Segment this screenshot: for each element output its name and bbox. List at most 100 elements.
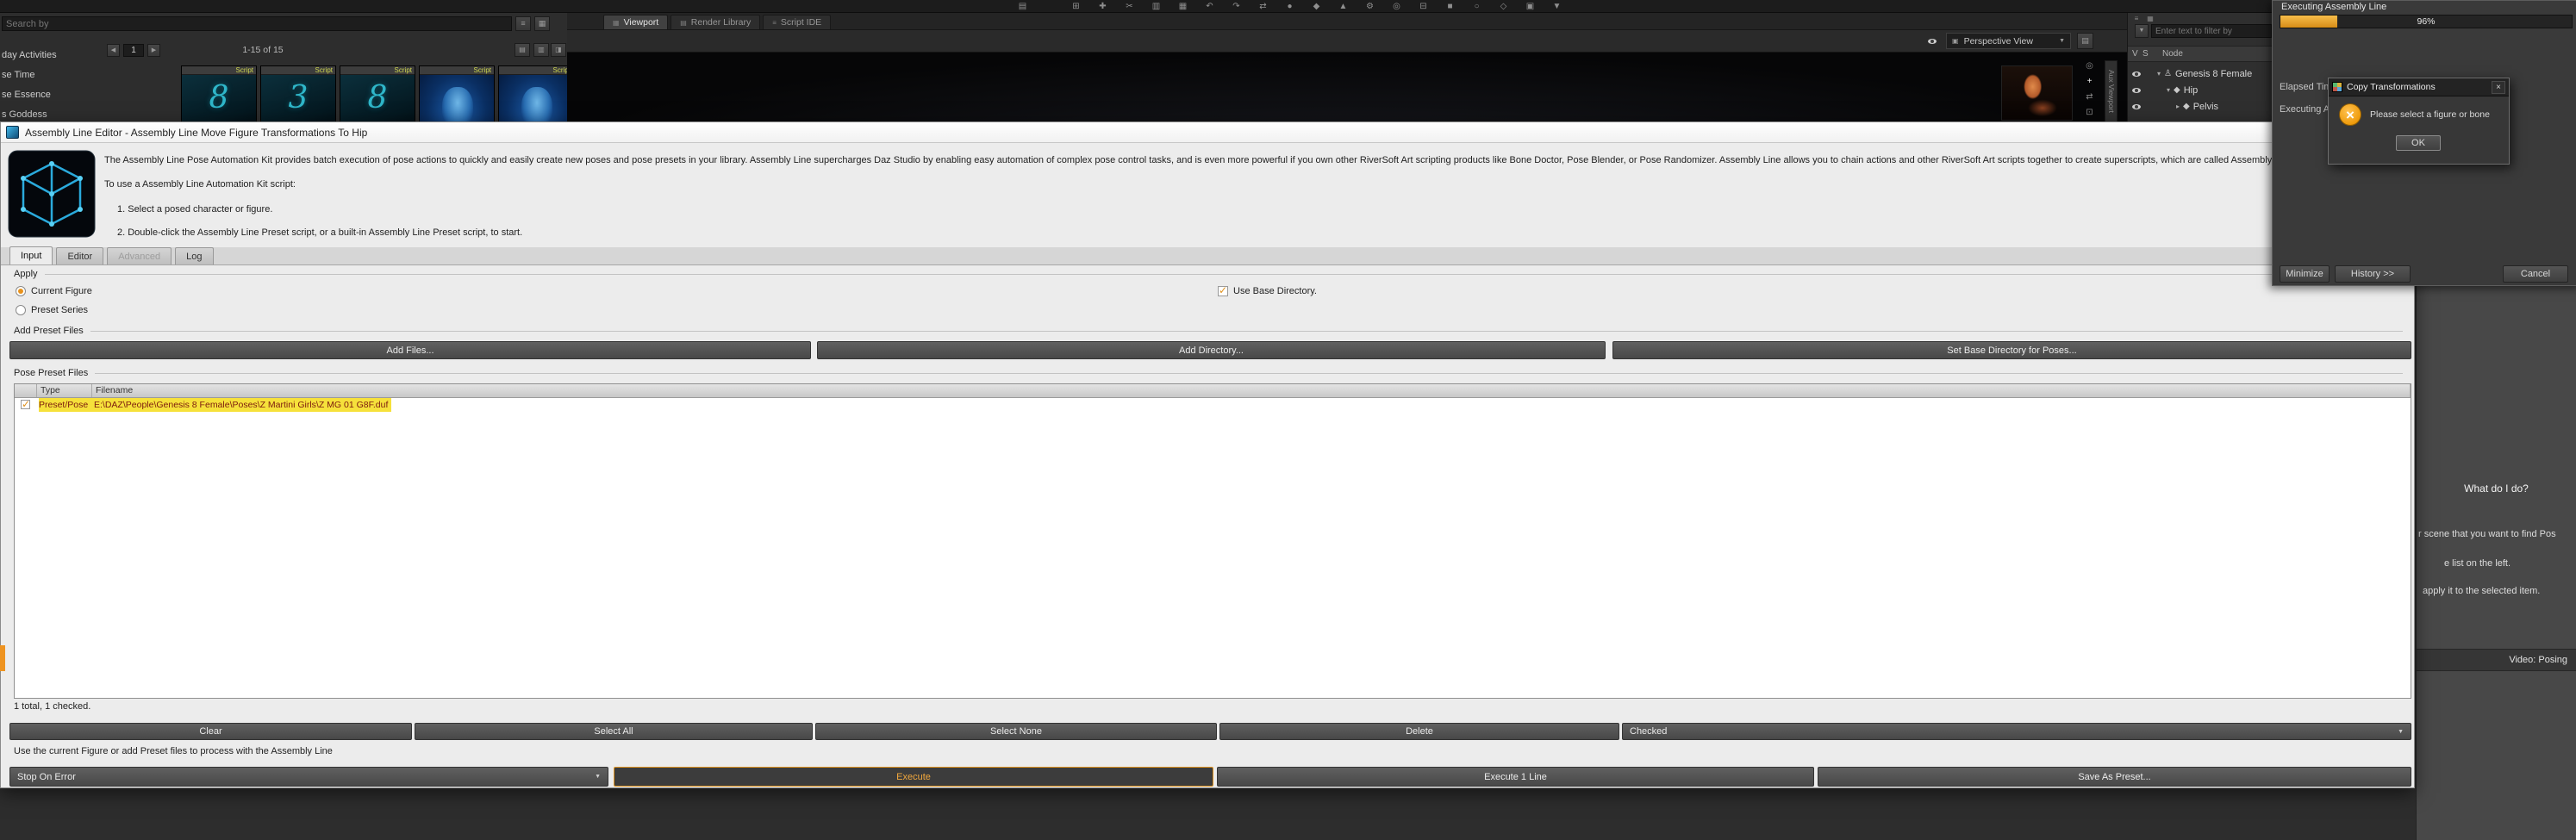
scene-menu-icon[interactable]: ≡	[2131, 14, 2142, 23]
visibility-eye-icon[interactable]	[1927, 36, 1937, 47]
page-next-button[interactable]: ▶	[147, 44, 160, 57]
thumbnail-header: Script	[340, 66, 415, 75]
scene-filter-input[interactable]	[2155, 26, 2267, 36]
viewport-canvas[interactable]	[567, 53, 2127, 121]
column-type[interactable]: Type	[37, 384, 92, 397]
scene-node-pelvis[interactable]: ▸ ◆ Pelvis	[2128, 98, 2283, 115]
tab-log[interactable]: Log	[175, 247, 214, 264]
orbit-camera-icon[interactable]: ◎	[2083, 59, 2096, 72]
radio-current-figure-label[interactable]: Current Figure	[31, 286, 92, 296]
tab-input[interactable]: Input	[9, 246, 53, 264]
ok-button[interactable]: OK	[2396, 135, 2441, 151]
toolbar-icon[interactable]: ✚	[1097, 1, 1108, 12]
toolbar-icon[interactable]: ▲	[1338, 1, 1349, 12]
add-files-button[interactable]: Add Files...	[9, 341, 811, 359]
scene-filter-box[interactable]	[2151, 24, 2272, 38]
scene-node-hip[interactable]: ▾ ◆ Hip	[2128, 82, 2283, 98]
toolbar-icon[interactable]: ↶	[1204, 1, 1215, 12]
toolbar-icon[interactable]: ▥	[1151, 1, 1162, 12]
sort-view-button[interactable]: ◨	[551, 43, 566, 57]
video-posing-link[interactable]: Video: Posing	[2417, 649, 2576, 671]
node-label[interactable]: Pelvis	[2193, 102, 2218, 112]
pane-options-icon[interactable]: ▤	[2077, 33, 2093, 49]
visibility-eye-icon[interactable]	[2131, 69, 2142, 79]
folder-item[interactable]: se Time	[2, 65, 35, 84]
delete-button[interactable]: Delete	[1219, 723, 1619, 740]
tab-script-ide[interactable]: ≡ Script IDE	[763, 15, 832, 29]
folder-item[interactable]: se Essence	[2, 85, 51, 104]
toolbar-icon[interactable]: ▼	[1551, 1, 1562, 12]
tab-viewport[interactable]: ▦ Viewport	[603, 15, 669, 29]
execute-button[interactable]: Execute	[614, 767, 1213, 787]
filter-funnel-icon[interactable]: ▼	[2135, 24, 2149, 38]
pan-camera-icon[interactable]: +	[2083, 75, 2096, 88]
sort-view-button[interactable]: ▤	[515, 43, 530, 57]
dialog-titlebar[interactable]: Copy Transformations ×	[2329, 78, 2509, 96]
page-number-field[interactable]	[123, 44, 144, 57]
library-search-box[interactable]	[2, 16, 512, 31]
radio-current-figure[interactable]	[16, 286, 26, 296]
expand-arrow-icon[interactable]: ▾	[2157, 70, 2161, 78]
scene-view-icon[interactable]: ▦	[2145, 14, 2155, 23]
select-none-button[interactable]: Select None	[815, 723, 1217, 740]
list-view-button[interactable]: ≡	[515, 16, 531, 31]
save-as-preset-button[interactable]: Save As Preset...	[1818, 767, 2411, 787]
table-row[interactable]: Preset/Pose E:\DAZ\People\Genesis 8 Fema…	[15, 398, 2411, 413]
close-icon[interactable]: ×	[2492, 80, 2505, 94]
toolbar-icon[interactable]: ⇄	[1257, 1, 1269, 12]
frame-camera-icon[interactable]: ⊡	[2083, 106, 2096, 119]
minimize-button[interactable]: Minimize	[2280, 265, 2330, 283]
radio-preset-series-label[interactable]: Preset Series	[31, 305, 88, 315]
select-all-button[interactable]: Select All	[415, 723, 813, 740]
node-label[interactable]: Hip	[2184, 85, 2199, 96]
add-preset-files-group-label: Add Preset Files	[14, 326, 2403, 336]
toolbar-icon[interactable]: ▦	[1177, 1, 1188, 12]
radio-preset-series[interactable]	[16, 305, 26, 315]
checked-filter-dropdown[interactable]: Checked ▼	[1622, 723, 2411, 740]
cancel-button[interactable]: Cancel	[2503, 265, 2568, 283]
visibility-eye-icon[interactable]	[2131, 102, 2142, 112]
use-base-directory-label[interactable]: Use Base Directory.	[1233, 286, 1317, 296]
row-checkbox[interactable]	[21, 398, 30, 410]
toolbar-icon[interactable]: ⚙	[1364, 1, 1375, 12]
stop-on-error-dropdown[interactable]: Stop On Error ▼	[9, 767, 608, 787]
set-base-directory-button[interactable]: Set Base Directory for Poses...	[1612, 341, 2411, 359]
toolbar-icon[interactable]: ▤	[1017, 1, 1028, 12]
sort-view-button[interactable]: ▥	[533, 43, 549, 57]
execute-one-line-button[interactable]: Execute 1 Line	[1217, 767, 1814, 787]
add-directory-button[interactable]: Add Directory...	[817, 341, 1606, 359]
toolbar-icon[interactable]: ◎	[1391, 1, 1402, 12]
toolbar-icon[interactable]: ▣	[1525, 1, 1536, 12]
toolbar-icon[interactable]: ✂	[1124, 1, 1135, 12]
grid-view-button[interactable]: ▦	[534, 16, 550, 31]
page-prev-button[interactable]: ◀	[107, 44, 120, 57]
camera-selector-dropdown[interactable]: ▣ Perspective View ▼	[1946, 33, 2071, 49]
pose-preset-files-table[interactable]: Type Filename Preset/Pose E:\DAZ\People\…	[14, 383, 2411, 699]
selected-row-highlight[interactable]: Preset/Pose E:\DAZ\People\Genesis 8 Fema…	[39, 398, 392, 412]
use-base-directory-checkbox[interactable]	[1218, 284, 1228, 296]
history-button[interactable]: History >>	[2335, 265, 2411, 283]
node-label[interactable]: Genesis 8 Female	[2175, 69, 2252, 79]
toolbar-icon[interactable]: ●	[1284, 1, 1295, 12]
clear-button[interactable]: Clear	[9, 723, 412, 740]
folder-item[interactable]: day Activities	[2, 46, 57, 65]
library-search-input[interactable]	[6, 18, 508, 29]
toolbar-icon[interactable]: ◆	[1311, 1, 1322, 12]
expand-arrow-icon[interactable]: ▾	[2167, 86, 2170, 94]
dolly-camera-icon[interactable]: ⇄	[2083, 90, 2096, 103]
tab-render-library[interactable]: ▤ Render Library	[671, 15, 761, 29]
visibility-eye-icon[interactable]	[2131, 85, 2142, 96]
toolbar-icon[interactable]: ◇	[1498, 1, 1509, 12]
aux-viewport-side-tab[interactable]: Aux Viewport	[2105, 60, 2118, 122]
scene-node-genesis-8-female[interactable]: ▾ ♙ Genesis 8 Female	[2128, 65, 2283, 82]
expand-arrow-icon[interactable]: ▸	[2176, 103, 2180, 110]
toolbar-icon[interactable]	[1044, 1, 1055, 12]
toolbar-icon[interactable]: ⊟	[1418, 1, 1429, 12]
column-filename[interactable]: Filename	[92, 384, 2411, 397]
toolbar-icon[interactable]: ○	[1471, 1, 1482, 12]
toolbar-icon[interactable]: ■	[1444, 1, 1456, 12]
editor-titlebar[interactable]: Assembly Line Editor - Assembly Line Mov…	[1, 122, 2414, 143]
tab-editor[interactable]: Editor	[56, 247, 104, 264]
toolbar-icon[interactable]: ⊞	[1070, 1, 1082, 12]
toolbar-icon[interactable]: ↷	[1231, 1, 1242, 12]
